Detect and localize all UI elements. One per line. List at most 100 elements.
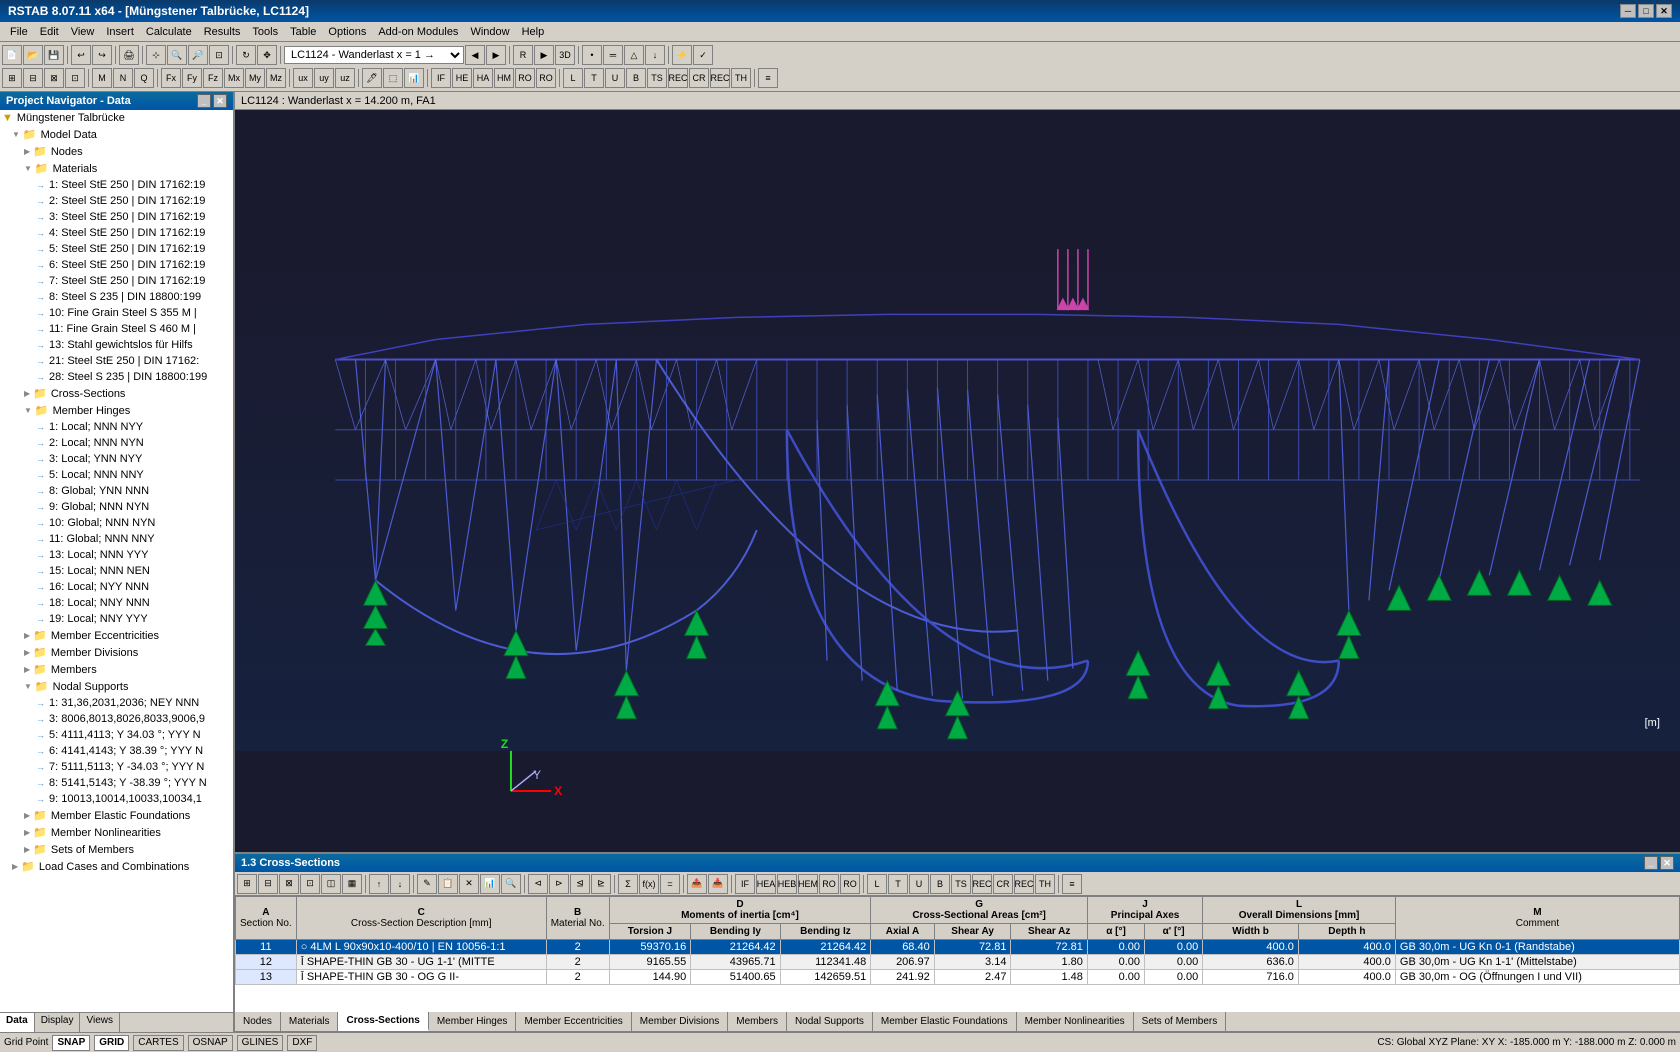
- tb2-3[interactable]: ⊠: [44, 68, 64, 88]
- tb-calc[interactable]: ⚡: [672, 45, 692, 65]
- tree-label-mh19[interactable]: →19: Local; NNY YYY: [0, 612, 233, 626]
- tb2-13[interactable]: Mz: [266, 68, 286, 88]
- tb2-28[interactable]: U: [605, 68, 625, 88]
- tb2-21[interactable]: HE: [452, 68, 472, 88]
- tb2-25[interactable]: RO: [536, 68, 556, 88]
- tb-zoom-out[interactable]: 🔎: [188, 45, 208, 65]
- tree-label-materials[interactable]: ▼📁Materials: [0, 161, 233, 176]
- close-button[interactable]: ✕: [1656, 4, 1672, 18]
- tree-label-sets-of-members[interactable]: ▶📁Sets of Members: [0, 842, 233, 857]
- tab-members[interactable]: Members: [728, 1012, 787, 1031]
- tb2-7[interactable]: Q: [134, 68, 154, 88]
- tb-members[interactable]: ═: [603, 45, 623, 65]
- maximize-button[interactable]: □: [1638, 4, 1654, 18]
- tree-label-mh3[interactable]: →3: Local; YNN NYY: [0, 452, 233, 466]
- tree-label-mat3[interactable]: →3: Steel StE 250 | DIN 17162:19: [0, 210, 233, 224]
- tree-label-nodes[interactable]: ▶📁Nodes: [0, 144, 233, 159]
- bt-34[interactable]: REC: [972, 874, 992, 894]
- bt-26[interactable]: HEM: [798, 874, 818, 894]
- tree-label-model-data[interactable]: ▼📁Model Data: [0, 127, 233, 142]
- title-bar-controls[interactable]: ─ □ ✕: [1620, 4, 1672, 18]
- tb2-34[interactable]: TH: [731, 68, 751, 88]
- table-row[interactable]: 11 ○ 4LM L 90x90x10-400/10 | EN 10056-1:…: [236, 940, 1680, 955]
- menu-edit[interactable]: Edit: [34, 24, 65, 40]
- menu-addon[interactable]: Add-on Modules: [372, 24, 464, 40]
- bt-25[interactable]: HEB: [777, 874, 797, 894]
- bt-30[interactable]: T: [888, 874, 908, 894]
- bt-12[interactable]: 📊: [480, 874, 500, 894]
- menu-tools[interactable]: Tools: [246, 24, 284, 40]
- bt-18[interactable]: Σ: [618, 874, 638, 894]
- tab-member-hinges[interactable]: Member Hinges: [429, 1012, 517, 1031]
- tree-label-mh18[interactable]: →18: Local; NNY NNN: [0, 596, 233, 610]
- tb2-10[interactable]: Fz: [203, 68, 223, 88]
- table-row[interactable]: 12 Ī SHAPE-THIN GB 30 - UG 1-1' (MITTE 2…: [236, 955, 1680, 970]
- tb2-5[interactable]: M: [92, 68, 112, 88]
- tree-label-mh2[interactable]: →2: Local; NNN NYN: [0, 436, 233, 450]
- tab-nodes[interactable]: Nodes: [235, 1012, 281, 1031]
- tb2-22[interactable]: HA: [473, 68, 493, 88]
- tb-zoom-in[interactable]: 🔍: [167, 45, 187, 65]
- tb2-33[interactable]: REC: [710, 68, 730, 88]
- tab-member-eccentricities[interactable]: Member Eccentricities: [516, 1012, 631, 1031]
- bt-24[interactable]: HEA: [756, 874, 776, 894]
- bt-29[interactable]: L: [867, 874, 887, 894]
- tree-label-mat10[interactable]: →10: Fine Grain Steel S 355 M |: [0, 306, 233, 320]
- bt-16[interactable]: ⊴: [570, 874, 590, 894]
- tab-cross-sections[interactable]: Cross-Sections: [338, 1012, 428, 1031]
- bottom-panel-minimize-btn[interactable]: _: [1644, 856, 1658, 870]
- tree-label-mat28[interactable]: →28: Steel S 235 | DIN 18800:199: [0, 370, 233, 384]
- nav-close-btn[interactable]: ✕: [213, 94, 227, 108]
- tb2-31[interactable]: REC: [668, 68, 688, 88]
- tb2-17[interactable]: 🖊: [362, 68, 382, 88]
- tree-label-mh9[interactable]: →9: Global; NNN NYN: [0, 500, 233, 514]
- tree-label-mat13[interactable]: →13: Stahl gewichtslos für Hilfs: [0, 338, 233, 352]
- tb-check[interactable]: ✓: [693, 45, 713, 65]
- tree-label-mat2[interactable]: →2: Steel StE 250 | DIN 17162:19: [0, 194, 233, 208]
- bt-28[interactable]: RO: [840, 874, 860, 894]
- tb-save[interactable]: 💾: [44, 45, 64, 65]
- status-glines[interactable]: GLINES: [237, 1035, 284, 1051]
- table-row[interactable]: 13 Ī SHAPE-THIN GB 30 - OG G II- 2 144.9…: [236, 970, 1680, 985]
- tb2-11[interactable]: Mx: [224, 68, 244, 88]
- menu-table[interactable]: Table: [284, 24, 322, 40]
- tab-nodal-supports[interactable]: Nodal Supports: [787, 1012, 873, 1031]
- tb-zoom-all[interactable]: ⊡: [209, 45, 229, 65]
- tree-label-mat4[interactable]: →4: Steel StE 250 | DIN 17162:19: [0, 226, 233, 240]
- tree-label-mat21[interactable]: →21: Steel StE 250 | DIN 17162:: [0, 354, 233, 368]
- bt-6[interactable]: ▦: [342, 874, 362, 894]
- tab-member-elastic-foundations[interactable]: Member Elastic Foundations: [873, 1012, 1017, 1031]
- bt-7[interactable]: ↑: [369, 874, 389, 894]
- bt-14[interactable]: ⊲: [528, 874, 548, 894]
- tb-new[interactable]: 📄: [2, 45, 22, 65]
- tab-member-divisions[interactable]: Member Divisions: [632, 1012, 728, 1031]
- tb2-6[interactable]: N: [113, 68, 133, 88]
- status-osnap[interactable]: OSNAP: [188, 1035, 233, 1051]
- bt-2[interactable]: ⊟: [258, 874, 278, 894]
- tb-nodes[interactable]: •: [582, 45, 602, 65]
- tb2-19[interactable]: 📊: [404, 68, 424, 88]
- bt-32[interactable]: B: [930, 874, 950, 894]
- bt-8[interactable]: ↓: [390, 874, 410, 894]
- tb-select[interactable]: ⊹: [146, 45, 166, 65]
- nav-tab-display[interactable]: Display: [35, 1013, 81, 1032]
- tree-label-mh5[interactable]: →5: Local; NNN NNY: [0, 468, 233, 482]
- tb2-30[interactable]: TS: [647, 68, 667, 88]
- status-cartes[interactable]: CARTES: [133, 1035, 183, 1051]
- status-dxf[interactable]: DXF: [287, 1035, 317, 1051]
- menu-file[interactable]: File: [4, 24, 34, 40]
- bt-11[interactable]: ✕: [459, 874, 479, 894]
- bt-4[interactable]: ⊡: [300, 874, 320, 894]
- tree-label-load-cases[interactable]: ▶📁Load Cases and Combinations: [0, 859, 233, 874]
- tb-next-lc[interactable]: ▶: [486, 45, 506, 65]
- tb2-4[interactable]: ⊡: [65, 68, 85, 88]
- tab-sets-of-members[interactable]: Sets of Members: [1134, 1012, 1227, 1031]
- tree-label-ns3[interactable]: →3: 8006,8013,8026,8033,9006,9: [0, 712, 233, 726]
- bt-31[interactable]: U: [909, 874, 929, 894]
- tb2-16[interactable]: uz: [335, 68, 355, 88]
- bt-27[interactable]: RO: [819, 874, 839, 894]
- status-grid[interactable]: GRID: [94, 1035, 129, 1051]
- tb2-35[interactable]: ≡: [758, 68, 778, 88]
- nav-tab-data[interactable]: Data: [0, 1013, 35, 1032]
- menu-results[interactable]: Results: [198, 24, 247, 40]
